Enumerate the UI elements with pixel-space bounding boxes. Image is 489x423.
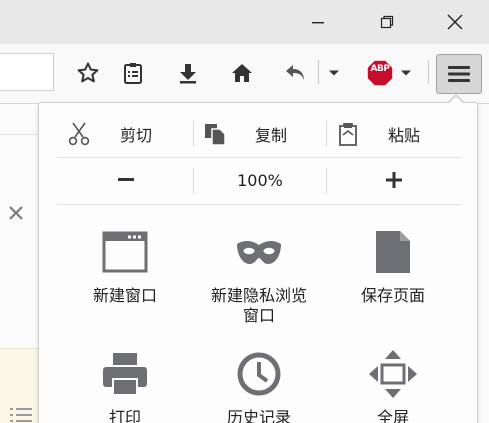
adblock-label: ABP [370,64,390,74]
cut-button[interactable]: 剪切 [66,118,152,150]
undo-close-tab-button[interactable] [281,56,311,90]
save-page-icon [376,231,410,273]
edit-divider [326,121,327,147]
clipboard-icon [339,123,357,146]
new-window-icon [102,231,148,273]
fullscreen-label: 全屏 [376,408,409,423]
zoom-level: 100% [237,170,283,190]
adblock-plus-button[interactable]: ABP [364,56,414,90]
printer-icon [103,353,147,396]
copy-icon [205,124,226,146]
history-clock-icon [237,352,281,396]
paste-label: 粘贴 [388,126,421,145]
star-icon [77,62,99,83]
minus-icon [118,178,134,181]
home-button[interactable] [226,56,258,90]
new-window-button[interactable]: 新建窗口 [60,226,190,306]
close-icon [9,206,23,220]
toolbar-divider [318,60,319,84]
navigation-toolbar: ABP [0,44,489,104]
undo-arrow-icon [286,65,304,80]
scissors-icon [68,122,90,146]
reading-list-button[interactable] [117,56,149,90]
download-arrow-icon [180,64,196,84]
home-icon [232,64,252,82]
panel-arrow-inner [448,96,464,104]
close-window-button[interactable] [432,0,478,44]
save-page-label: 保存页面 [360,286,425,305]
page-close-button[interactable] [7,204,25,222]
copy-button[interactable]: 复制 [202,118,287,150]
url-bar[interactable] [0,53,54,91]
copy-label: 复制 [255,126,288,145]
undo-close-tab-dropdown[interactable] [324,56,344,90]
private-mask-icon [237,241,281,264]
zoom-reset-button[interactable]: 100% [200,166,320,194]
edit-divider [193,121,194,147]
hamburger-menu-icon [448,66,470,82]
new-private-window-button[interactable]: 新建隐私浏览 窗口 [194,226,324,326]
new-private-window-label: 新建隐私浏览 窗口 [210,286,307,325]
zoom-in-button[interactable] [364,166,424,194]
print-label: 打印 [108,408,141,423]
restore-button[interactable] [364,0,410,44]
fullscreen-button[interactable]: 全屏 [328,348,458,423]
close-icon [447,14,463,30]
panel-separator [57,204,461,205]
bookmark-star-button[interactable] [72,56,104,90]
plus-icon [386,172,402,188]
chevron-down-icon [401,70,411,76]
save-page-button[interactable]: 保存页面 [328,226,458,306]
toolbar-divider [428,60,429,84]
list-view-icon [10,406,32,423]
open-menu-button[interactable] [436,54,482,94]
page-divider [0,134,40,135]
minimize-button[interactable] [295,0,341,44]
minimize-icon [312,22,324,24]
fullscreen-icon [369,350,417,398]
bookmarks-list-icon [124,63,142,84]
window-titlebar [0,0,489,44]
downloads-button[interactable] [172,56,204,90]
new-window-label: 新建窗口 [92,286,157,305]
history-label: 历史记录 [226,408,291,423]
chevron-down-icon [329,70,339,76]
panel-separator [57,157,461,158]
zoom-divider [326,168,327,194]
print-button[interactable]: 打印 [60,348,190,423]
zoom-divider [193,168,194,194]
zoom-out-button[interactable] [96,166,156,194]
restore-icon [380,15,394,29]
history-button[interactable]: 历史记录 [194,348,324,423]
paste-button[interactable]: 粘贴 [336,118,420,150]
cut-label: 剪切 [120,126,153,145]
